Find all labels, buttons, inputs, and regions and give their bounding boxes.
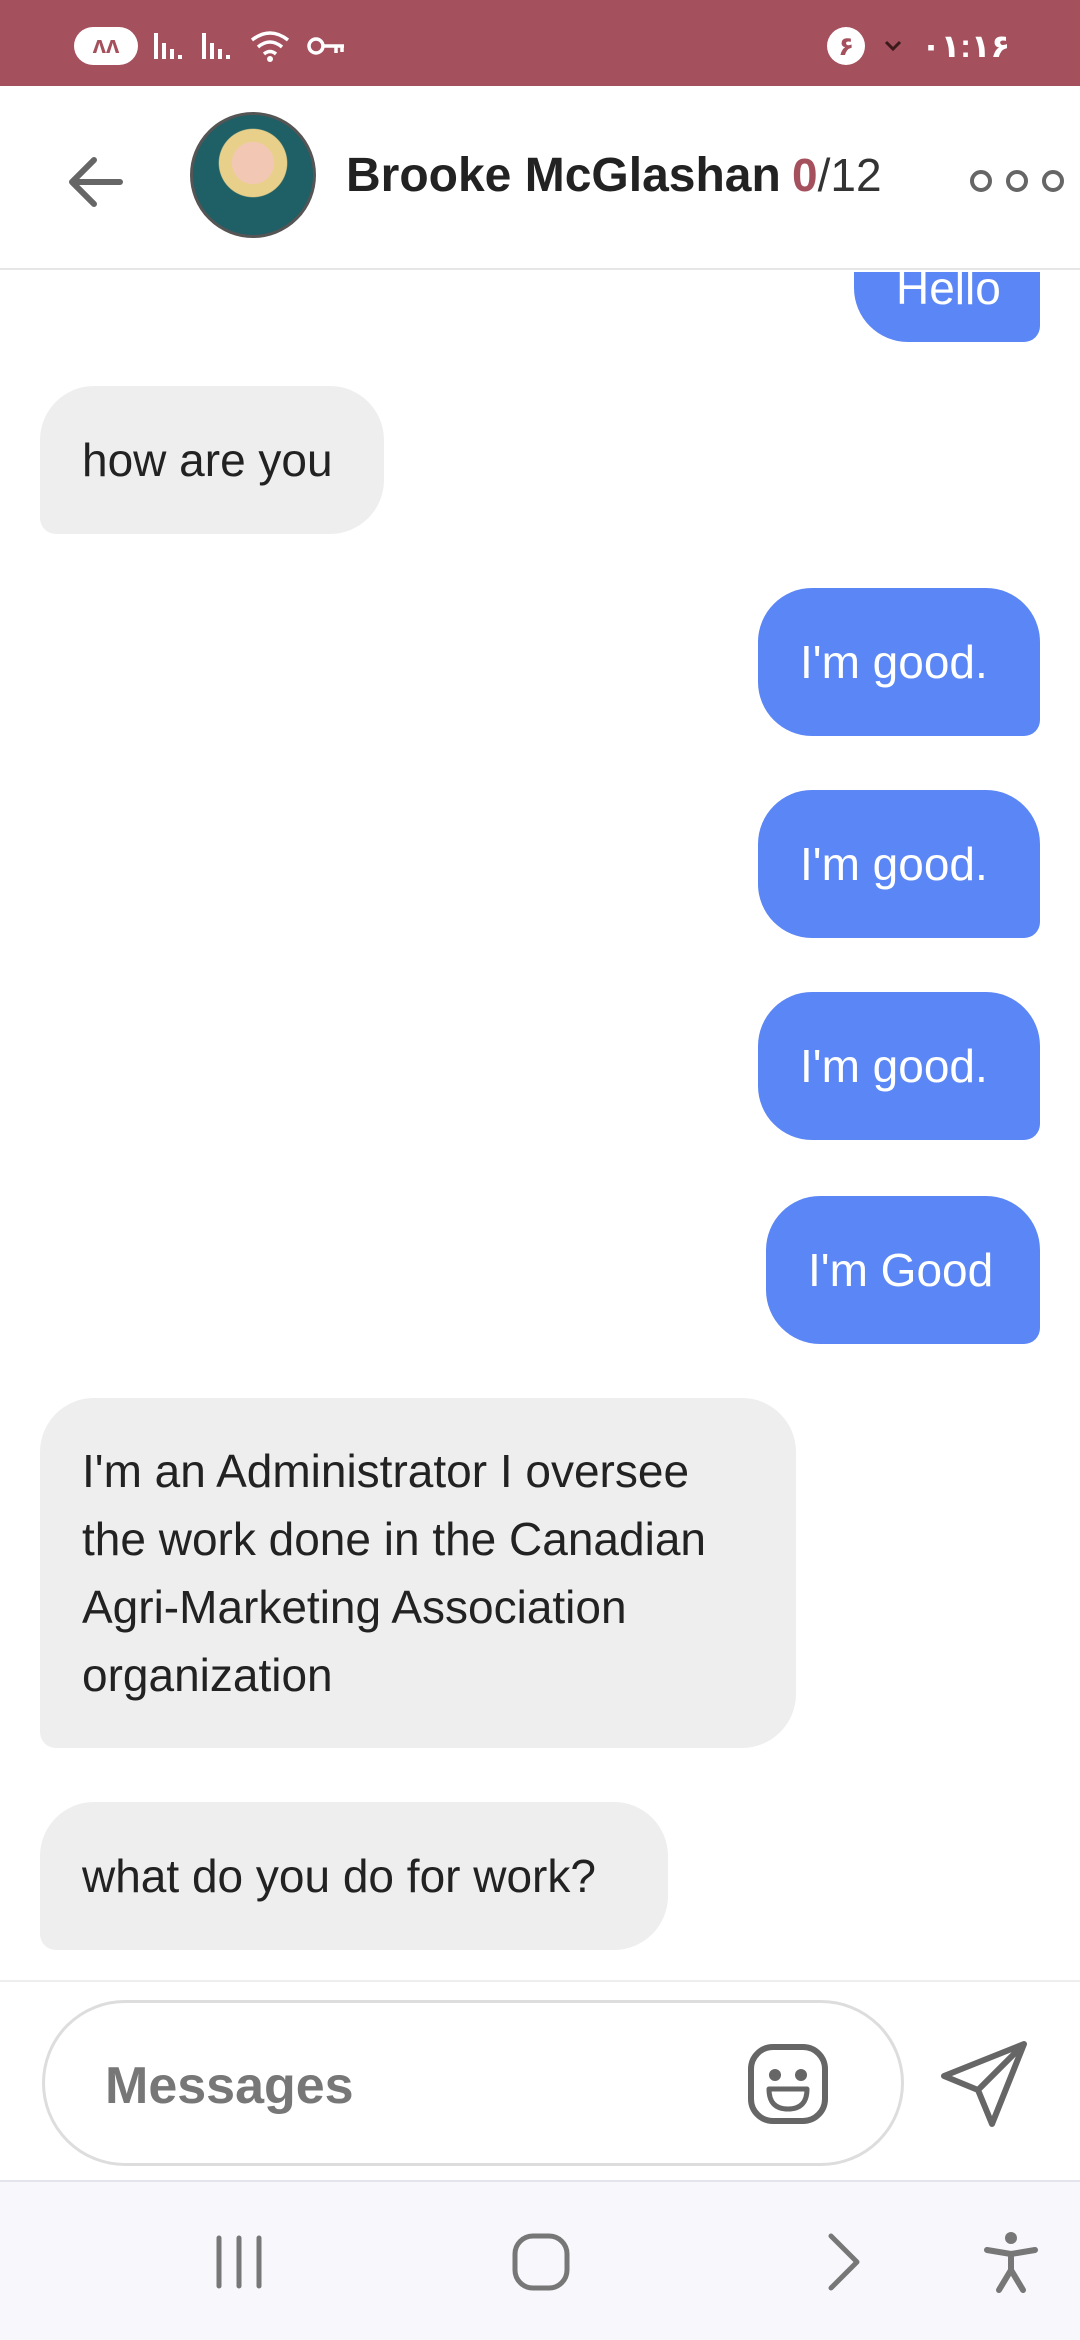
message-bubble-incoming[interactable]: I'm an Administrator I oversee the work … [40,1398,796,1748]
message-bubble-incoming[interactable]: what do you do for work? [40,1802,668,1950]
home-button[interactable] [496,2222,586,2302]
status-right-icons: ۶ ۰۱:۱۶ [827,26,1010,66]
message-list[interactable]: Hello how are you I'm good. I'm good. I'… [0,272,1080,1980]
send-icon [941,2041,1027,2127]
wifi-icon [250,31,290,62]
more-options-button[interactable] [962,156,1072,206]
message-text: I'm good. [800,636,988,688]
vpn-key-icon [307,37,344,55]
recent-apps-icon [216,2235,262,2289]
message-text: what do you do for work? [82,1850,596,1902]
message-text: I'm an Administrator I oversee the work … [82,1445,717,1701]
chevron-down-icon [885,40,902,52]
emoji-icon [748,2044,828,2124]
message-text: I'm Good [808,1244,994,1296]
more-dots-icon [1006,170,1028,192]
message-text: how are you [82,434,333,486]
accessibility-button[interactable] [966,2222,1056,2302]
message-text: Hello [896,272,1001,314]
message-text: I'm good. [800,838,988,890]
message-input[interactable] [105,2043,725,2129]
chat-header: Brooke McGlashan 0/12 [0,86,1080,270]
message-counter: 0/12 [792,148,882,202]
status-left-icons: ᴧᴧ [74,26,348,66]
app-indicator-icon: ᴧᴧ [74,27,138,65]
system-navigation-bar [0,2180,1080,2340]
message-text: I'm good. [800,1040,988,1092]
status-time: ۰۱:۱۶ [921,28,1010,64]
back-button[interactable] [56,142,136,222]
avatar[interactable] [190,112,316,238]
status-bar: ᴧᴧ ۶ ۰۱:۱۶ [0,0,1080,86]
back-nav-button[interactable] [798,2222,888,2302]
counter-current: 0 [792,149,818,201]
counter-total: /12 [817,149,882,201]
app-indicator-label: ᴧᴧ [92,32,120,59]
back-chevron-icon [828,2233,860,2291]
emoji-button[interactable] [745,2041,831,2127]
more-dots-icon [970,170,992,192]
recent-apps-button[interactable] [194,2222,284,2302]
notification-badge: ۶ [827,27,866,65]
signal-icon [154,33,182,59]
message-bubble-outgoing[interactable]: I'm good. [758,790,1040,938]
accessibility-icon [984,2232,1038,2293]
message-bubble-outgoing[interactable]: I'm Good [766,1196,1040,1344]
chat-screen: ᴧᴧ ۶ ۰۱:۱۶ Brooke McGlashan 0/12 Hello h… [0,0,1080,2340]
message-composer [0,1980,1080,2180]
message-input-container[interactable] [42,2000,904,2166]
message-bubble-outgoing[interactable]: I'm good. [758,588,1040,736]
message-bubble-incoming[interactable]: how are you [40,386,384,534]
signal-icon-2 [202,33,230,59]
message-bubble-outgoing[interactable]: Hello [854,272,1040,342]
send-button[interactable] [936,2036,1032,2132]
more-dots-icon [1042,170,1064,192]
message-bubble-outgoing[interactable]: I'm good. [758,992,1040,1140]
contact-name[interactable]: Brooke McGlashan [346,148,781,203]
home-icon [512,2233,570,2291]
arrow-left-icon [69,157,123,207]
